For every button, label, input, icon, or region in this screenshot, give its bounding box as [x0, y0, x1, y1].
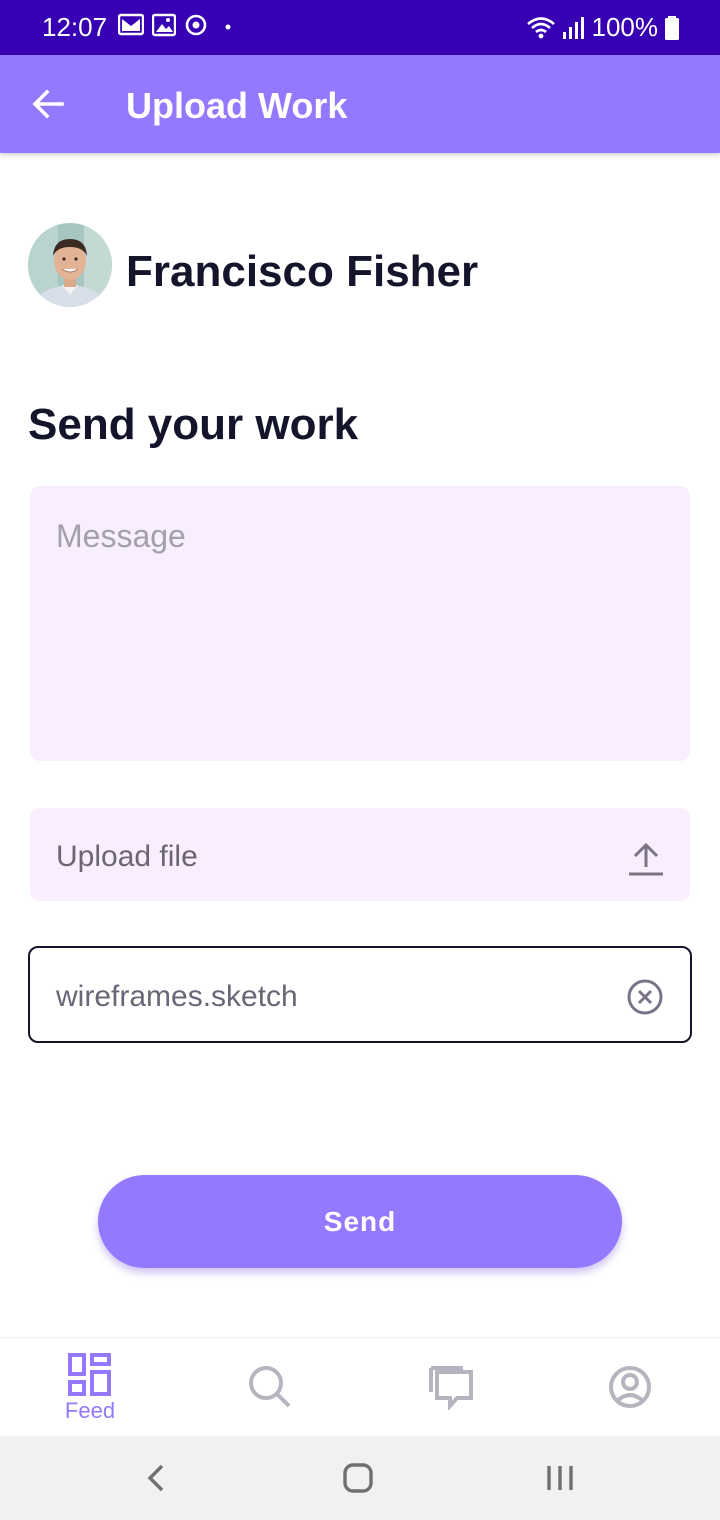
app-bar: Upload Work: [0, 55, 720, 153]
system-home-icon[interactable]: [338, 1458, 378, 1498]
attached-file-field: wireframes.sketch: [28, 946, 692, 1043]
nav-item-feed[interactable]: Feed: [30, 1338, 150, 1437]
nav-item-chat[interactable]: [390, 1338, 510, 1437]
message-input[interactable]: [30, 486, 690, 761]
status-time: 12:07: [42, 12, 108, 42]
notification-icons: [118, 13, 236, 37]
status-bar: 12:07 100%: [0, 0, 720, 55]
send-button[interactable]: Send: [98, 1175, 622, 1268]
system-nav-bar: [0, 1436, 720, 1520]
attached-file-name: wireframes.sketch: [56, 980, 298, 1013]
feed-icon: [68, 1353, 111, 1396]
bottom-nav: Feed: [0, 1337, 720, 1436]
screen: 12:07 100% Upload Work Francisco Fisher …: [0, 0, 720, 1520]
battery-icon: [665, 15, 679, 40]
page-title: Upload Work: [126, 85, 348, 126]
avatar: [28, 223, 112, 307]
section-heading: Send your work: [28, 400, 359, 449]
nav-item-profile[interactable]: [570, 1338, 690, 1437]
nav-label-feed: Feed: [64, 1398, 116, 1423]
sync-icon: [185, 14, 207, 36]
upload-label: Upload file: [56, 840, 198, 873]
wifi-icon: [526, 16, 555, 38]
dot-icon: [225, 24, 231, 30]
system-back-icon[interactable]: [136, 1458, 176, 1498]
clear-circle-icon[interactable]: [626, 978, 664, 1016]
upload-file-button[interactable]: Upload file: [30, 808, 690, 901]
avatar-photo: [28, 223, 112, 307]
profile-name: Francisco Fisher: [126, 247, 479, 296]
profile-icon: [609, 1366, 651, 1408]
back-button[interactable]: [26, 82, 70, 126]
nav-item-search[interactable]: [210, 1338, 330, 1437]
chat-icon: [429, 1366, 473, 1410]
upload-icon: [629, 842, 663, 876]
gmail-icon: [118, 13, 144, 36]
signal-icon: [562, 16, 584, 39]
search-icon: [249, 1366, 291, 1408]
battery-percent: 100%: [591, 12, 659, 42]
system-recents-icon[interactable]: [540, 1458, 580, 1498]
gallery-icon: [152, 13, 176, 37]
arrow-left-icon: [32, 89, 64, 119]
system-status-icons: 100%: [526, 12, 681, 43]
